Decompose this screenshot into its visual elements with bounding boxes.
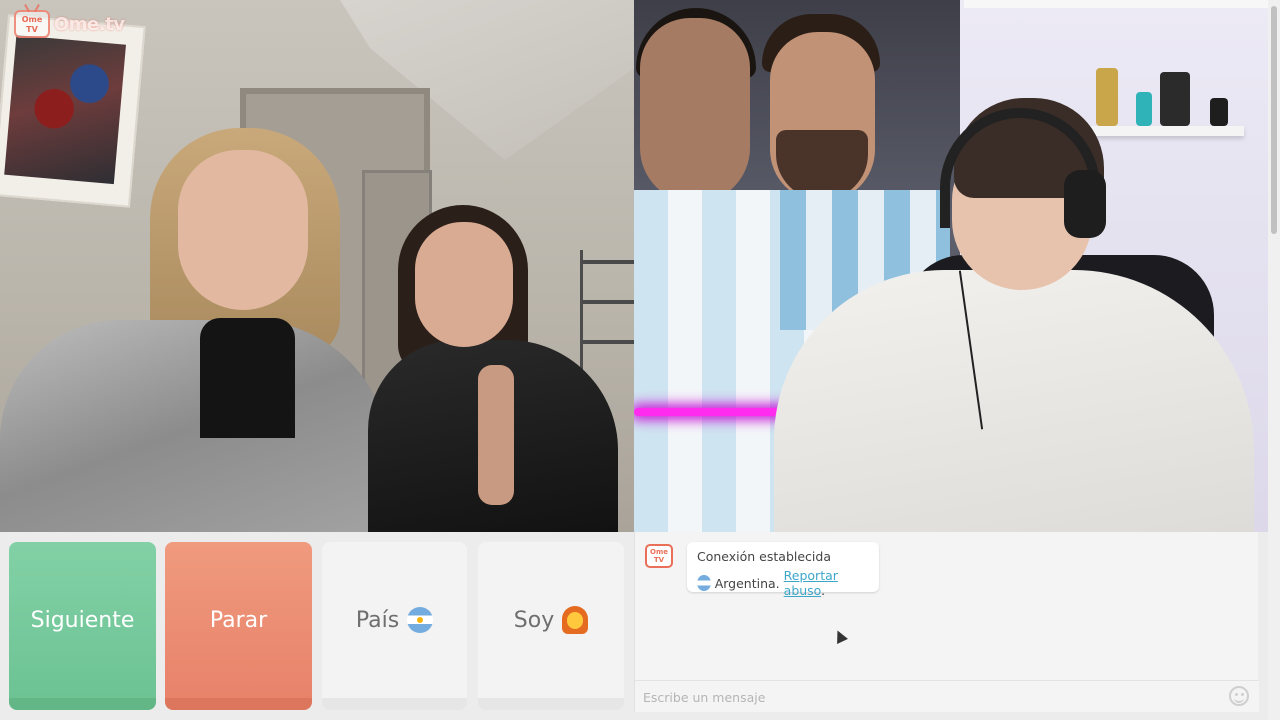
control-buttons: Siguiente Parar País Soy <box>0 532 634 720</box>
neon-light <box>634 408 794 416</box>
argentina-flag-icon <box>697 575 711 591</box>
stop-button-label: Parar <box>209 607 268 633</box>
country-button-label: País <box>355 607 400 633</box>
logo-text: Ome.tv <box>54 13 125 35</box>
wall-painting <box>0 14 146 208</box>
mouse-cursor-icon <box>832 628 848 644</box>
chat-panel: Ome TV Conexión establecida Argentina. R… <box>634 532 1259 712</box>
chat-input-row <box>635 680 1259 712</box>
gender-button-label: Soy <box>513 607 555 633</box>
country-name: Argentina. <box>714 575 780 591</box>
emoji-picker-icon[interactable] <box>1229 686 1249 706</box>
self-video <box>634 0 1268 532</box>
tv-logo-icon: Ome TV <box>14 10 50 38</box>
message-input[interactable] <box>643 687 1203 707</box>
page-scrollbar[interactable] <box>1268 0 1280 720</box>
girl-emoji-icon <box>562 606 589 634</box>
connection-status-text: Conexión establecida <box>697 549 831 564</box>
wall-shelf <box>1074 126 1244 136</box>
report-abuse-link[interactable]: Reportar abuso <box>784 568 838 598</box>
stranger-video: Ome TV Ome.tv <box>0 0 634 532</box>
stop-button[interactable]: Parar <box>165 542 312 710</box>
next-button-label: Siguiente <box>30 607 135 633</box>
argentina-flag-icon <box>407 607 434 633</box>
app-logo: Ome TV Ome.tv <box>14 10 125 38</box>
self-person <box>774 270 1254 532</box>
gender-select-button[interactable]: Soy <box>478 542 624 710</box>
ome-tv-avatar-icon: Ome TV <box>645 544 673 568</box>
next-button[interactable]: Siguiente <box>9 542 156 710</box>
system-message-bubble: Conexión establecida Argentina. Reportar… <box>687 542 879 598</box>
person-left <box>0 320 390 532</box>
video-area: Ome TV Ome.tv <box>0 0 1280 532</box>
scrollbar-thumb[interactable] <box>1271 6 1277 234</box>
country-filter-button[interactable]: País <box>322 542 467 710</box>
